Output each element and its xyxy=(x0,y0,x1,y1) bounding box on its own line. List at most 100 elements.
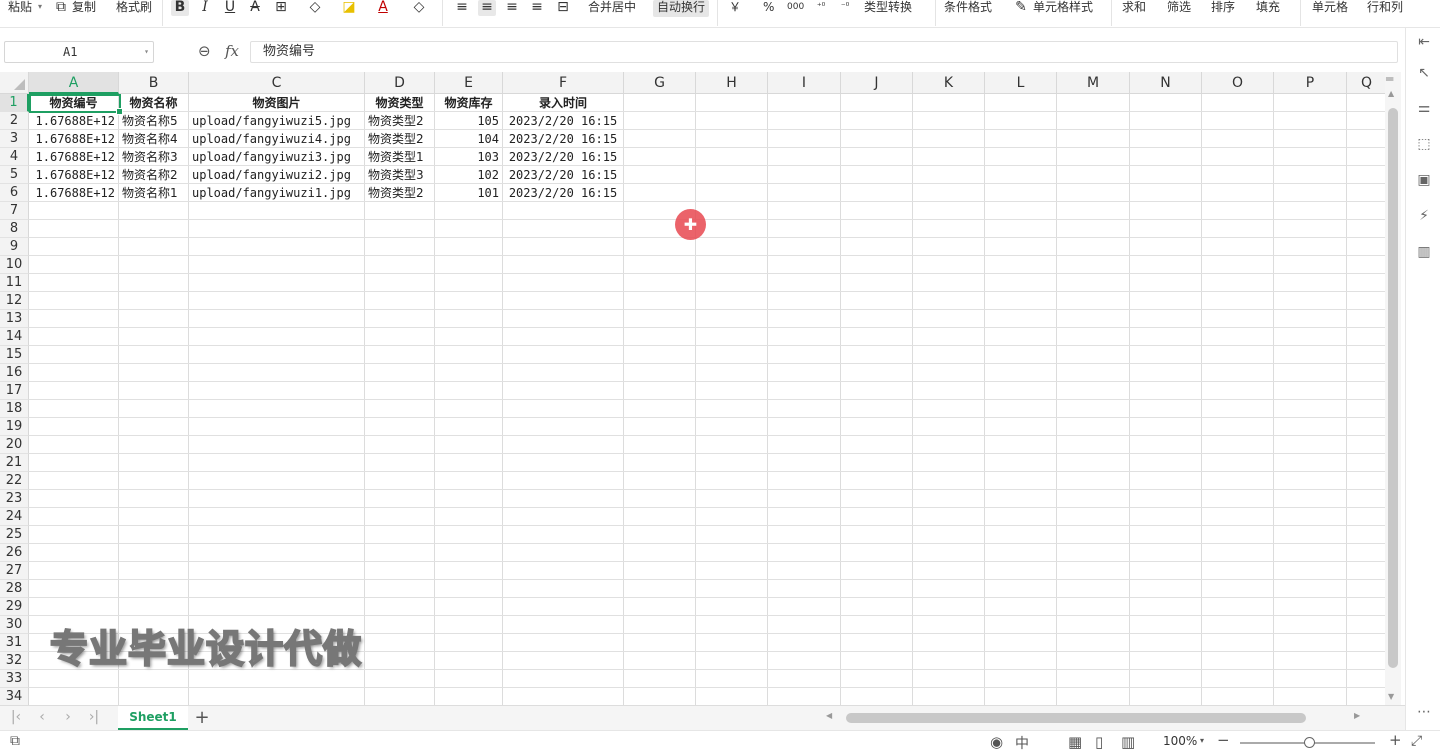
row-header-28[interactable]: 28 xyxy=(0,580,29,598)
active-cell-selection[interactable] xyxy=(29,94,123,115)
underline-icon[interactable]: U xyxy=(221,0,239,16)
column-header-h[interactable]: H xyxy=(696,72,768,94)
cell-type[interactable]: 物资类型2 xyxy=(365,130,434,148)
justify-icon[interactable]: ≡ xyxy=(528,0,546,16)
column-header-c[interactable]: C xyxy=(189,72,365,94)
zoom-search-icon[interactable]: ⊖ xyxy=(198,42,211,60)
row-header-11[interactable]: 11 xyxy=(0,274,29,292)
type-convert-button[interactable]: 类型转换 xyxy=(864,0,912,16)
vertical-scrollbar[interactable]: ═ ▲ ▼ xyxy=(1385,72,1401,705)
distributed-icon[interactable]: ⊟ xyxy=(554,0,572,16)
currency-button[interactable]: ￥ xyxy=(729,0,741,16)
decrease-decimal-icon[interactable]: ⁻⁰ xyxy=(836,0,854,16)
cell-name[interactable]: 物资名称4 xyxy=(119,130,188,148)
cell-time[interactable]: 2023/2/20 16:15 xyxy=(503,130,623,148)
row-header-7[interactable]: 7 xyxy=(0,202,29,220)
row-header-13[interactable]: 13 xyxy=(0,310,29,328)
cell-image[interactable]: upload/fangyiwuzi2.jpg xyxy=(189,166,364,184)
column-header-p[interactable]: P xyxy=(1274,72,1347,94)
horizontal-scroll-thumb[interactable] xyxy=(846,713,1306,723)
cell-image[interactable]: upload/fangyiwuzi1.jpg xyxy=(189,184,364,202)
row-header-27[interactable]: 27 xyxy=(0,562,29,580)
zoom-in-icon[interactable]: + xyxy=(1389,731,1402,749)
cell-name[interactable]: 物资名称3 xyxy=(119,148,188,166)
row-header-1[interactable]: 1 xyxy=(0,94,29,112)
align-center-icon[interactable]: ≡ xyxy=(478,0,496,16)
function-icon[interactable]: fx xyxy=(225,42,239,60)
row-header-30[interactable]: 30 xyxy=(0,616,29,634)
fill-color-icon[interactable]: ◪ xyxy=(340,0,358,16)
row-header-12[interactable]: 12 xyxy=(0,292,29,310)
cell-image[interactable]: upload/fangyiwuzi5.jpg xyxy=(189,112,364,130)
cell-id[interactable]: 1.67688E+12 xyxy=(29,166,118,184)
row-header-5[interactable]: 5 xyxy=(0,166,29,184)
prev-sheet-icon[interactable]: ‹ xyxy=(34,709,50,725)
row-header-24[interactable]: 24 xyxy=(0,508,29,526)
row-header-3[interactable]: 3 xyxy=(0,130,29,148)
row-header-15[interactable]: 15 xyxy=(0,346,29,364)
more-icon[interactable]: ⋯ xyxy=(1414,702,1434,722)
row-header-23[interactable]: 23 xyxy=(0,490,29,508)
sum-button[interactable]: 求和 xyxy=(1122,0,1146,16)
cell-image[interactable]: upload/fangyiwuzi4.jpg xyxy=(189,130,364,148)
cell-time[interactable]: 2023/2/20 16:15 xyxy=(503,112,623,130)
chevron-down-icon[interactable]: ▾ xyxy=(144,42,149,62)
column-header-f[interactable]: F xyxy=(503,72,624,94)
column-header-g[interactable]: G xyxy=(624,72,696,94)
cell-stock[interactable]: 101 xyxy=(435,184,502,202)
select-all-corner[interactable] xyxy=(0,72,29,94)
cell-stock[interactable]: 102 xyxy=(435,166,502,184)
cell-id[interactable]: 1.67688E+12 xyxy=(29,130,118,148)
row-header-16[interactable]: 16 xyxy=(0,364,29,382)
vertical-scroll-thumb[interactable] xyxy=(1388,108,1398,668)
input-method-icon[interactable]: 中 xyxy=(1015,733,1029,753)
cell-type[interactable]: 物资类型2 xyxy=(365,112,434,130)
row-header-32[interactable]: 32 xyxy=(0,652,29,670)
name-box[interactable]: A1 ▾ xyxy=(4,41,154,63)
scroll-left-icon[interactable]: ◀ xyxy=(826,711,832,720)
cell-style-button[interactable]: 单元格样式 xyxy=(1033,0,1093,16)
scroll-right-icon[interactable]: ▶ xyxy=(1354,711,1360,720)
cell-name[interactable]: 物资名称1 xyxy=(119,184,188,202)
row-header-31[interactable]: 31 xyxy=(0,634,29,652)
row-header-2[interactable]: 2 xyxy=(0,112,29,130)
clear-format-icon[interactable]: ◇ xyxy=(410,0,428,16)
row-header-14[interactable]: 14 xyxy=(0,328,29,346)
fill-shape-icon[interactable]: ◇ xyxy=(306,0,324,16)
row-header-25[interactable]: 25 xyxy=(0,526,29,544)
cell-button[interactable]: 单元格 xyxy=(1312,0,1348,16)
sheet-tab-sheet1[interactable]: Sheet1 xyxy=(118,706,188,730)
italic-icon[interactable]: I xyxy=(196,0,214,16)
add-sheet-icon[interactable]: + xyxy=(192,707,212,728)
column-header-b[interactable]: B xyxy=(119,72,189,94)
copy-button[interactable]: 复制 xyxy=(72,0,96,16)
select-pointer-icon[interactable]: ↖ xyxy=(1414,63,1434,83)
strikethrough-icon[interactable]: A xyxy=(246,0,264,16)
adjust-sliders-icon[interactable]: ⚌ xyxy=(1414,98,1434,118)
column-header-l[interactable]: L xyxy=(985,72,1057,94)
first-sheet-icon[interactable]: |‹ xyxy=(8,709,24,725)
bold-icon[interactable]: B xyxy=(171,0,189,16)
column-header-a[interactable]: A xyxy=(29,72,119,94)
column-header-d[interactable]: D xyxy=(365,72,435,94)
collapse-icon[interactable]: ⇤ xyxy=(1414,32,1434,52)
row-header-26[interactable]: 26 xyxy=(0,544,29,562)
cell-style-icon[interactable]: ✎ xyxy=(1012,0,1030,16)
macro-record-icon[interactable]: ⧉ xyxy=(10,733,20,749)
header-cell-type[interactable]: 物资类型 xyxy=(365,94,434,112)
cell-id[interactable]: 1.67688E+12 xyxy=(29,184,118,202)
zoom-slider-knob[interactable] xyxy=(1304,737,1315,748)
paste-dropdown-icon[interactable]: ▾ xyxy=(38,0,42,16)
eye-protection-icon[interactable]: ◉ xyxy=(990,733,1003,751)
cell-stock[interactable]: 103 xyxy=(435,148,502,166)
cell-time[interactable]: 2023/2/20 16:15 xyxy=(503,166,623,184)
paste-button[interactable]: 粘贴 xyxy=(8,0,32,16)
scroll-down-icon[interactable]: ▼ xyxy=(1388,692,1394,701)
cell-image[interactable]: upload/fangyiwuzi3.jpg xyxy=(189,148,364,166)
auto-wrap-button[interactable]: 自动换行 xyxy=(653,0,710,17)
row-header-33[interactable]: 33 xyxy=(0,670,29,688)
next-sheet-icon[interactable]: › xyxy=(60,709,76,725)
row-header-6[interactable]: 6 xyxy=(0,184,29,202)
zoom-level[interactable]: 100% xyxy=(1163,734,1197,748)
shape-icon[interactable]: ⬚ xyxy=(1414,134,1434,154)
